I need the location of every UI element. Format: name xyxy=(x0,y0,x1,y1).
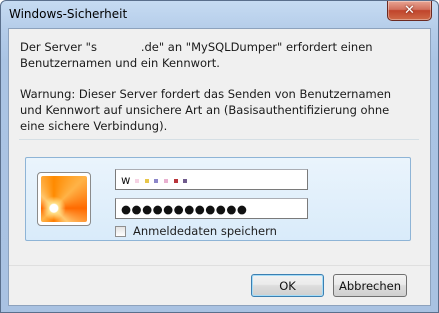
username-value: w xyxy=(121,173,131,187)
redaction-block xyxy=(144,178,149,183)
remember-label[interactable]: Anmeldedaten speichern xyxy=(133,224,277,238)
redaction-block xyxy=(164,178,169,183)
window-title: Windows-Sicherheit xyxy=(9,7,128,21)
ok-button[interactable]: OK xyxy=(251,274,324,297)
credential-dialog: Windows-Sicherheit ✕ Der Server "s .de" … xyxy=(0,0,439,313)
close-button[interactable]: ✕ xyxy=(387,1,432,21)
password-field[interactable]: ●●●●●●●●●●●● xyxy=(115,198,308,219)
warning-message: Warnung: Dieser Server fordert das Sende… xyxy=(20,87,392,133)
divider xyxy=(19,139,419,140)
cancel-button[interactable]: Abbrechen xyxy=(333,274,407,297)
redaction-block xyxy=(135,178,140,183)
redaction-block xyxy=(183,178,188,183)
dialog-body: Der Server "s .de" an "MySQLDumper" erfo… xyxy=(8,28,431,306)
password-value: ●●●●●●●●●●●● xyxy=(121,202,248,216)
title-bar[interactable]: Windows-Sicherheit ✕ xyxy=(1,1,438,28)
remember-credentials-row[interactable]: Anmeldedaten speichern xyxy=(115,223,277,239)
credential-tile: w ●●●●●●●●●●●● Anmeldedaten speichern xyxy=(25,157,411,241)
redaction-block xyxy=(154,178,159,183)
user-avatar-flower-icon xyxy=(41,176,87,222)
username-field[interactable]: w xyxy=(115,169,308,190)
redaction-block xyxy=(173,178,178,183)
close-icon: ✕ xyxy=(404,3,415,18)
remember-checkbox[interactable] xyxy=(115,225,126,237)
avatar xyxy=(37,172,91,226)
button-bar: OK Abbrechen xyxy=(9,265,430,305)
server-message: Der Server "s .de" an "MySQLDumper" erfo… xyxy=(20,40,373,70)
